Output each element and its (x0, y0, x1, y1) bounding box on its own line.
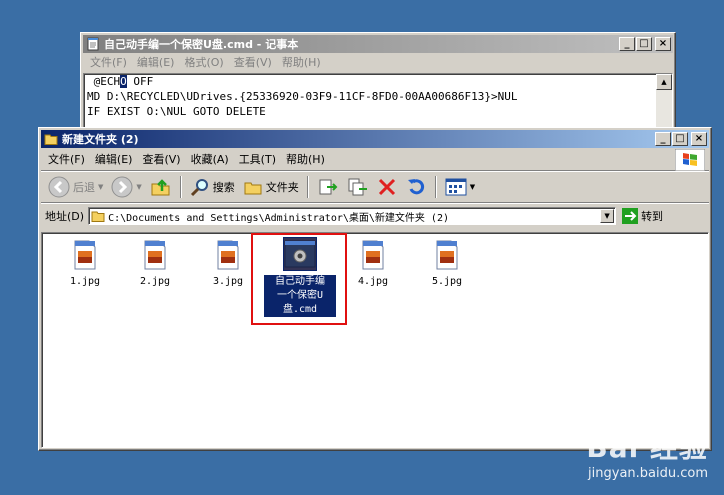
back-arrow-icon (48, 176, 70, 198)
notepad-scrollbar[interactable]: ▲ (656, 74, 672, 132)
address-bar: 地址(D) C:\Documents and Settings\Administ… (39, 204, 711, 228)
jpg-file-icon (74, 240, 96, 270)
address-label: 地址(D) (45, 210, 85, 223)
folder-icon (44, 134, 58, 145)
notepad-titlebar[interactable]: 自己动手编一个保密U盘.cmd - 记事本 _ □ × (83, 35, 673, 53)
chevron-down-icon[interactable]: ▼ (136, 183, 141, 191)
code-line-3: IF EXIST O:\NUL GOTO DELETE (84, 104, 672, 119)
go-arrow-icon (622, 208, 639, 224)
file-name: 2.jpg (139, 276, 171, 287)
up-folder-icon (151, 179, 170, 196)
notepad-menubar: 文件(F) 编辑(E) 格式(O) 查看(V) 帮助(H) (81, 53, 675, 71)
notepad-title: 自己动手编一个保密U盘.cmd - 记事本 (104, 38, 299, 51)
code-text: OFF (126, 75, 154, 88)
search-icon (190, 179, 208, 197)
file-item[interactable]: 2.jpg (120, 239, 190, 287)
delete-x-icon (378, 178, 395, 196)
move-to-button[interactable] (314, 175, 342, 199)
menu-view[interactable]: 查看(V) (229, 54, 277, 70)
copy-to-icon (348, 178, 367, 196)
file-list-area[interactable]: 1.jpg 2.jpg 3.jpg 自己动手编 一个保密U 盘.cmd 4.jp… (41, 232, 709, 448)
back-button[interactable]: 后退 ▼ (45, 175, 106, 199)
address-input[interactable]: C:\Documents and Settings\Administrator\… (88, 207, 617, 225)
chevron-down-icon[interactable]: ▼ (470, 183, 475, 191)
maximize-button[interactable]: □ (636, 37, 652, 51)
folder-icon (91, 211, 105, 222)
copy-to-button[interactable] (344, 175, 372, 199)
undo-button[interactable] (402, 175, 430, 199)
baidu-watermark: Bai 经验 jingyan.baidu.com (586, 426, 708, 481)
windows-logo-icon (675, 149, 705, 171)
jpg-file-icon (362, 240, 384, 270)
go-button[interactable]: 转到 (622, 208, 663, 224)
forward-arrow-icon (111, 176, 133, 198)
folders-button[interactable]: 文件夹 (240, 175, 302, 199)
code-line-2: MD D:\RECYCLED\UDrives.{25336920-03F9-11… (84, 89, 672, 104)
notepad-window[interactable]: 自己动手编一个保密U盘.cmd - 记事本 _ □ × 文件(F) 编辑(E) … (80, 32, 676, 134)
divider (179, 176, 182, 198)
jpg-file-icon (436, 240, 458, 270)
file-item[interactable]: 5.jpg (412, 239, 482, 287)
notepad-text-area[interactable]: @ECHO OFF MD D:\RECYCLED\UDrives.{253369… (83, 73, 673, 133)
search-label: 搜索 (212, 181, 235, 194)
menu-view[interactable]: 查看(V) (137, 151, 185, 167)
jpg-file-icon (144, 240, 166, 270)
menu-format[interactable]: 格式(O) (179, 54, 228, 70)
forward-button[interactable]: ▼ (108, 175, 144, 199)
menu-favorites[interactable]: 收藏(A) (186, 151, 234, 167)
red-highlight-box (251, 233, 347, 325)
jpg-file-icon (217, 240, 239, 270)
chevron-down-icon[interactable]: ▼ (98, 183, 103, 191)
code-text: @ECH (87, 75, 121, 88)
explorer-menubar: 文件(F) 编辑(E) 查看(V) 收藏(A) 工具(T) 帮助(H) (39, 148, 711, 170)
maximize-button[interactable]: □ (672, 132, 688, 146)
explorer-toolbar: 后退 ▼ ▼ 搜索 文件夹 ▼ (39, 172, 711, 202)
divider (434, 176, 437, 198)
menu-edit[interactable]: 编辑(E) (132, 54, 180, 70)
menu-help[interactable]: 帮助(H) (277, 54, 326, 70)
code-text: MD D:\RECYCLED\UDrives.{25336920-03F9-11… (87, 90, 518, 103)
file-name: 5.jpg (431, 276, 463, 287)
close-button[interactable]: × (655, 37, 671, 51)
explorer-window[interactable]: 新建文件夹 (2) _ □ × 文件(F) 编辑(E) 查看(V) 收藏(A) … (38, 127, 712, 451)
menu-edit[interactable]: 编辑(E) (90, 151, 138, 167)
file-item[interactable]: 1.jpg (50, 239, 120, 287)
notepad-icon (87, 37, 99, 51)
code-line-1: @ECHO OFF (84, 74, 672, 89)
folders-label: 文件夹 (265, 181, 299, 194)
explorer-menu-row: 文件(F) 编辑(E) 查看(V) 收藏(A) 工具(T) 帮助(H) (39, 148, 711, 171)
delete-button[interactable] (374, 175, 400, 199)
views-icon (445, 178, 467, 196)
divider (306, 176, 309, 198)
go-label: 转到 (641, 210, 664, 223)
views-button[interactable]: ▼ (442, 175, 478, 199)
undo-icon (407, 179, 424, 195)
watermark-url: jingyan.baidu.com (588, 466, 708, 481)
code-text: IF EXIST O:\NUL GOTO DELETE (87, 105, 266, 118)
file-name: 4.jpg (357, 276, 389, 287)
back-label: 后退 (73, 181, 95, 194)
file-item[interactable]: 4.jpg (338, 239, 408, 287)
explorer-titlebar[interactable]: 新建文件夹 (2) _ □ × (41, 130, 709, 148)
scroll-up-icon[interactable]: ▲ (656, 74, 672, 90)
menu-file[interactable]: 文件(F) (85, 54, 132, 70)
search-button[interactable]: 搜索 (187, 175, 238, 199)
explorer-title: 新建文件夹 (2) (62, 133, 139, 146)
minimize-button[interactable]: _ (619, 37, 635, 51)
address-path: C:\Documents and Settings\Administrator\… (108, 212, 449, 224)
file-name: 1.jpg (69, 276, 101, 287)
text-cursor: O (120, 75, 127, 88)
minimize-button[interactable]: _ (655, 132, 671, 146)
menu-file[interactable]: 文件(F) (43, 151, 90, 167)
up-folder-button[interactable] (147, 175, 175, 199)
move-to-icon (319, 179, 338, 195)
menu-tools[interactable]: 工具(T) (234, 151, 281, 167)
watermark-logo: Bai 经验 (586, 431, 708, 464)
folders-icon (244, 182, 262, 195)
menu-help[interactable]: 帮助(H) (281, 151, 330, 167)
close-button[interactable]: × (691, 132, 707, 146)
address-dropdown-icon[interactable]: ▼ (600, 209, 615, 223)
